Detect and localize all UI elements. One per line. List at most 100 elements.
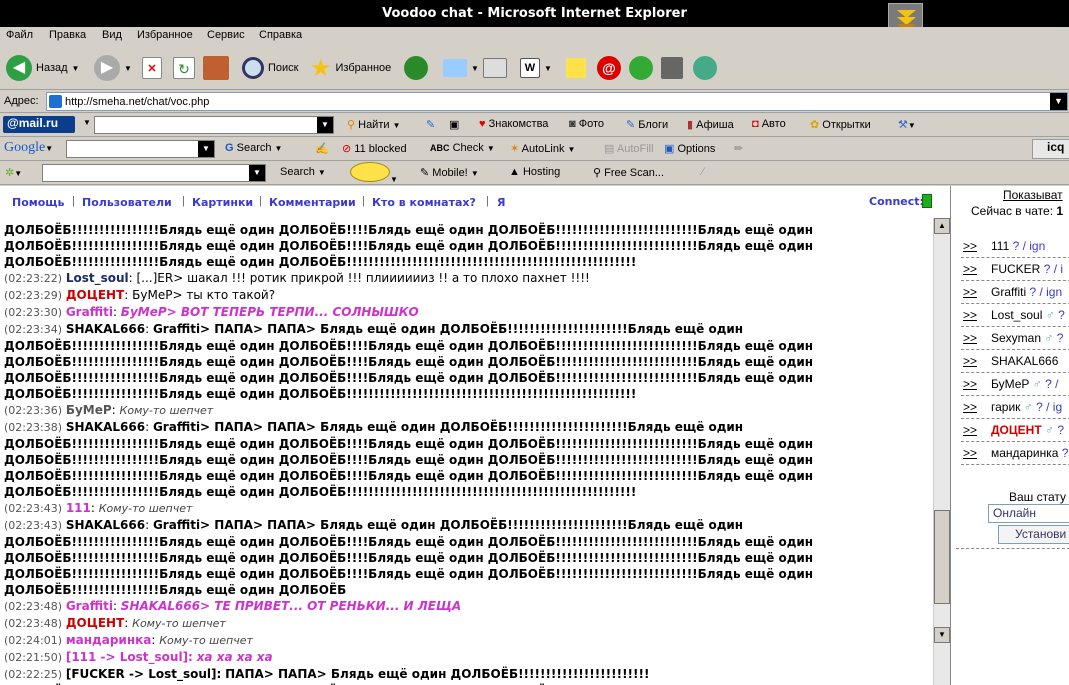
user-entry[interactable]: Lost_soul ♂ ?: [991, 308, 1065, 322]
mailru-find-button[interactable]: ⚲ Найти ▼: [347, 118, 401, 131]
address-field[interactable]: http://smeha.net/chat/voc.php ▼: [46, 92, 1068, 111]
nav-me[interactable]: Я: [497, 196, 505, 209]
user-name[interactable]: гарик: [991, 400, 1020, 414]
user-name[interactable]: FUCKER: [991, 262, 1040, 276]
forward-dropdown-icon[interactable]: ▼: [124, 64, 132, 73]
user-info-ignore-links[interactable]: ?: [1058, 308, 1065, 322]
user-private-link[interactable]: >>: [963, 423, 977, 437]
yahoo-search-button[interactable]: Search ▼: [280, 166, 326, 178]
nav-who-in-rooms[interactable]: Кто в комнатах?: [372, 196, 476, 209]
user-name[interactable]: мандаринка: [991, 446, 1058, 460]
archive-button[interactable]: [661, 52, 683, 84]
search-button[interactable]: Поиск: [242, 52, 298, 84]
user-row[interactable]: >> FUCKER ? / i: [961, 259, 1069, 281]
user-entry[interactable]: БуМеР ♂ ? /: [991, 377, 1058, 391]
message-author[interactable]: SHAKAL666: [66, 420, 145, 434]
mailru-logo[interactable]: @mail.ru: [3, 116, 75, 133]
message-author[interactable]: Graffiti: [66, 305, 113, 319]
stop-button[interactable]: ✕: [142, 52, 162, 84]
message-author[interactable]: БуМеР: [66, 403, 112, 417]
mailru-search-input[interactable]: ▼: [94, 116, 334, 134]
menu-file[interactable]: Файл: [6, 29, 33, 41]
message-author[interactable]: мандаринка: [66, 633, 152, 647]
google-news-icon[interactable]: ✍: [315, 142, 329, 155]
eraser-icon[interactable]: ⁄: [702, 166, 704, 178]
popup-blocker-button[interactable]: ⊘ 11 blocked: [342, 142, 407, 155]
user-entry[interactable]: FUCKER ? / i: [991, 262, 1063, 276]
user-entry[interactable]: Graffiti ? / ign: [991, 285, 1062, 299]
edit-button[interactable]: W ▼: [520, 52, 552, 84]
mail-dropdown-icon[interactable]: ▼: [471, 64, 479, 73]
mail-button[interactable]: ▼: [443, 52, 479, 84]
user-row[interactable]: >> мандаринка ?: [961, 443, 1069, 465]
messenger-button[interactable]: [693, 52, 717, 84]
print-button[interactable]: [483, 52, 507, 84]
user-name[interactable]: 111: [991, 239, 1009, 253]
menu-tools[interactable]: Сервис: [207, 29, 245, 41]
user-entry[interactable]: ДОЦЕНТ ♂ ?: [991, 423, 1064, 437]
user-row[interactable]: >> БуМеР ♂ ? /: [961, 374, 1069, 396]
autofill-button[interactable]: ▤ AutoFill: [604, 142, 654, 155]
scroll-up-icon[interactable]: ▲: [934, 218, 950, 234]
icq-button[interactable]: [629, 52, 653, 84]
refresh-button[interactable]: ↻: [173, 52, 195, 84]
google-search-button[interactable]: G Search ▼: [225, 142, 282, 154]
chat-scrollbar[interactable]: ▲ ▼: [933, 218, 950, 685]
message-author[interactable]: ДОЦЕНТ: [66, 616, 124, 630]
set-status-button[interactable]: Установи: [998, 525, 1069, 544]
hosting-button[interactable]: ▲ Hosting: [509, 166, 560, 178]
menu-edit[interactable]: Правка: [49, 29, 86, 41]
mailru-afisha-link[interactable]: ▮ Афиша: [687, 118, 734, 131]
google-logo[interactable]: Google▼: [4, 140, 53, 156]
user-entry[interactable]: гарик ♂ ? / ig: [991, 400, 1062, 414]
message-author[interactable]: SHAKAL666: [66, 518, 145, 532]
user-private-link[interactable]: >>: [963, 239, 977, 253]
spellcheck-button[interactable]: ABC Check ▼: [430, 142, 495, 154]
user-info-ignore-links[interactable]: ? / i: [1044, 262, 1063, 276]
mailru-menu-dropdown-icon[interactable]: ▼: [83, 118, 91, 127]
address-url[interactable]: http://smeha.net/chat/voc.php: [65, 96, 209, 108]
back-button[interactable]: ◀ Назад ▼: [6, 52, 79, 84]
mobile-button[interactable]: ✎ Mobile! ▼: [420, 166, 479, 179]
message-author[interactable]: [FUCKER -> Lost_soul]:: [66, 667, 221, 681]
user-info-ignore-links[interactable]: ?: [1057, 331, 1064, 345]
mailru-auto-link[interactable]: ◘ Авто: [752, 118, 786, 130]
icq-toolbar-button[interactable]: icq: [1032, 139, 1069, 159]
mailru-agent-button[interactable]: @: [597, 52, 621, 84]
user-row[interactable]: >> SHAKAL666: [961, 351, 1069, 373]
user-private-link[interactable]: >>: [963, 308, 977, 322]
user-private-link[interactable]: >>: [963, 262, 977, 276]
user-private-link[interactable]: >>: [963, 354, 977, 368]
user-private-link[interactable]: >>: [963, 400, 977, 414]
user-entry[interactable]: SHAKAL666: [991, 354, 1058, 368]
user-row[interactable]: >> Lost_soul ♂ ?: [961, 305, 1069, 327]
scroll-down-icon[interactable]: ▼: [934, 627, 950, 643]
menu-favorites[interactable]: Избранное: [137, 29, 193, 41]
message-author[interactable]: [111 -> Lost_soul]:: [66, 650, 193, 664]
google-search-dropdown-icon[interactable]: ▼: [198, 141, 214, 157]
scroll-thumb[interactable]: [934, 510, 950, 604]
user-name[interactable]: SHAKAL666: [991, 354, 1058, 368]
yahoo-search-input[interactable]: ▼: [42, 164, 266, 182]
user-row[interactable]: >> 111 ? / ign: [961, 236, 1069, 258]
forward-button[interactable]: ▶ ▼: [94, 52, 132, 84]
message-author[interactable]: Lost_soul: [66, 271, 129, 285]
options-button[interactable]: ▣ Options: [664, 142, 715, 155]
pencil-icon[interactable]: ✏: [734, 142, 743, 155]
message-author[interactable]: Graffiti: [66, 599, 113, 613]
google-search-input[interactable]: ▼: [66, 140, 215, 158]
message-author[interactable]: ДОЦЕНТ: [66, 288, 124, 302]
home-button[interactable]: [203, 52, 229, 84]
highlight-icon[interactable]: ✎: [426, 118, 435, 131]
user-entry[interactable]: Sexyman ♂ ?: [991, 331, 1063, 345]
smiley-button[interactable]: ▼: [350, 162, 398, 185]
user-row[interactable]: >> Sexyman ♂ ?: [961, 328, 1069, 350]
history-button[interactable]: [404, 52, 428, 84]
user-name[interactable]: Sexyman: [991, 331, 1041, 345]
user-info-ignore-links[interactable]: ? / ig: [1036, 400, 1062, 414]
mailru-settings-button[interactable]: ⚒▼: [898, 118, 916, 131]
user-info-ignore-links[interactable]: ? /: [1045, 377, 1058, 391]
nav-pictures[interactable]: Картинки: [192, 196, 253, 209]
menu-view[interactable]: Вид: [102, 29, 122, 41]
user-info-ignore-links[interactable]: ?: [1062, 446, 1069, 460]
